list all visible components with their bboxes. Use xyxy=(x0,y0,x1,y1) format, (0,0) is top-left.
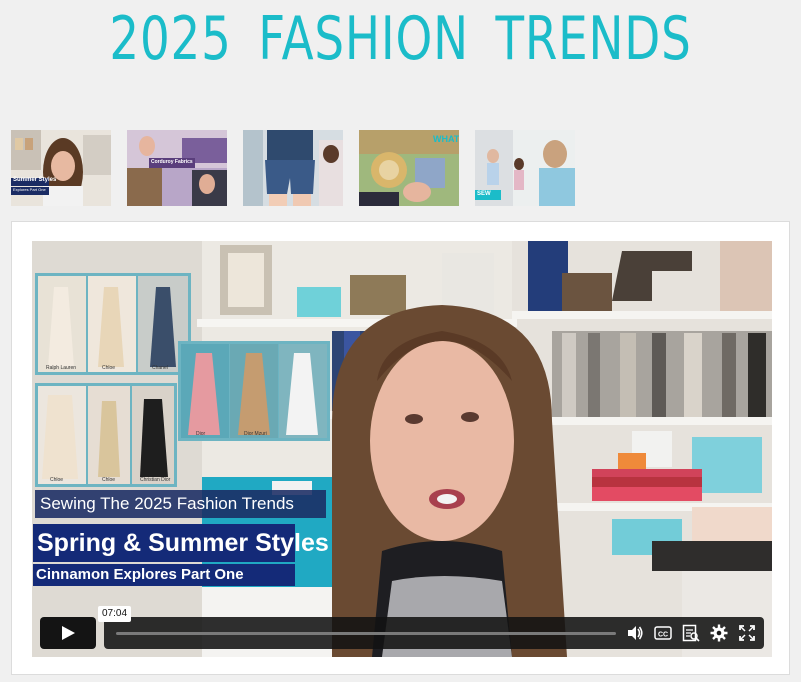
video-scene xyxy=(32,241,772,657)
video-banner-line-2: Spring & Summer Styles xyxy=(33,524,329,562)
time-tooltip: 07:04 xyxy=(98,606,132,622)
progress-bar[interactable] xyxy=(116,632,616,635)
collage-caption-3: Chanel xyxy=(152,365,168,371)
page-title: 2025 FASHION TRENDS xyxy=(109,4,692,74)
thumbnail-2-text: Corduroy Fabrics xyxy=(151,159,193,165)
svg-text:CC: CC xyxy=(658,632,668,639)
transcript-icon[interactable] xyxy=(682,624,700,642)
play-icon xyxy=(62,626,75,640)
closed-captions-icon[interactable]: CC xyxy=(654,624,672,642)
collage-caption-2: Chloe xyxy=(102,365,116,371)
collage-caption-1: Ralph Lauren xyxy=(46,365,77,371)
thumbnail-3[interactable] xyxy=(243,130,343,206)
thumbnail-1[interactable]: Summer Styles Explores Part One xyxy=(11,130,111,206)
volume-icon[interactable] xyxy=(626,624,644,642)
thumbnail-5-text: SEW xyxy=(477,191,491,197)
play-button[interactable] xyxy=(40,617,96,649)
thumbnail-1-text-a: Summer Styles xyxy=(13,177,57,183)
thumbnail-1-text-b: Explores Part One xyxy=(13,187,46,192)
video-frame[interactable]: Ralph Lauren Chloe Chanel Dior Dior Mzur… xyxy=(32,241,772,657)
thumbnail-4-text: WHAT xyxy=(433,134,459,144)
control-bar: CC xyxy=(104,617,764,649)
settings-icon[interactable] xyxy=(710,624,728,642)
collage-caption-4: Dior xyxy=(196,431,206,437)
thumbnail-2[interactable]: Corduroy Fabrics xyxy=(127,130,227,206)
video-banner-line-3: Cinnamon Explores Part One xyxy=(33,564,295,586)
thumbnail-4[interactable]: WHAT xyxy=(359,130,459,206)
collage-caption-5: Dior Mzuri xyxy=(244,431,267,437)
collage-caption-6: Chloe xyxy=(50,477,64,483)
video-banner-line-1: Sewing The 2025 Fashion Trends xyxy=(35,490,326,518)
video-player-card: Ralph Lauren Chloe Chanel Dior Dior Mzur… xyxy=(11,221,790,675)
thumbnail-5[interactable]: SEW xyxy=(475,130,575,206)
collage-caption-8: Christian Dior xyxy=(140,477,171,483)
collage-caption-7: Chloe xyxy=(102,477,116,483)
fullscreen-icon[interactable] xyxy=(738,624,756,642)
